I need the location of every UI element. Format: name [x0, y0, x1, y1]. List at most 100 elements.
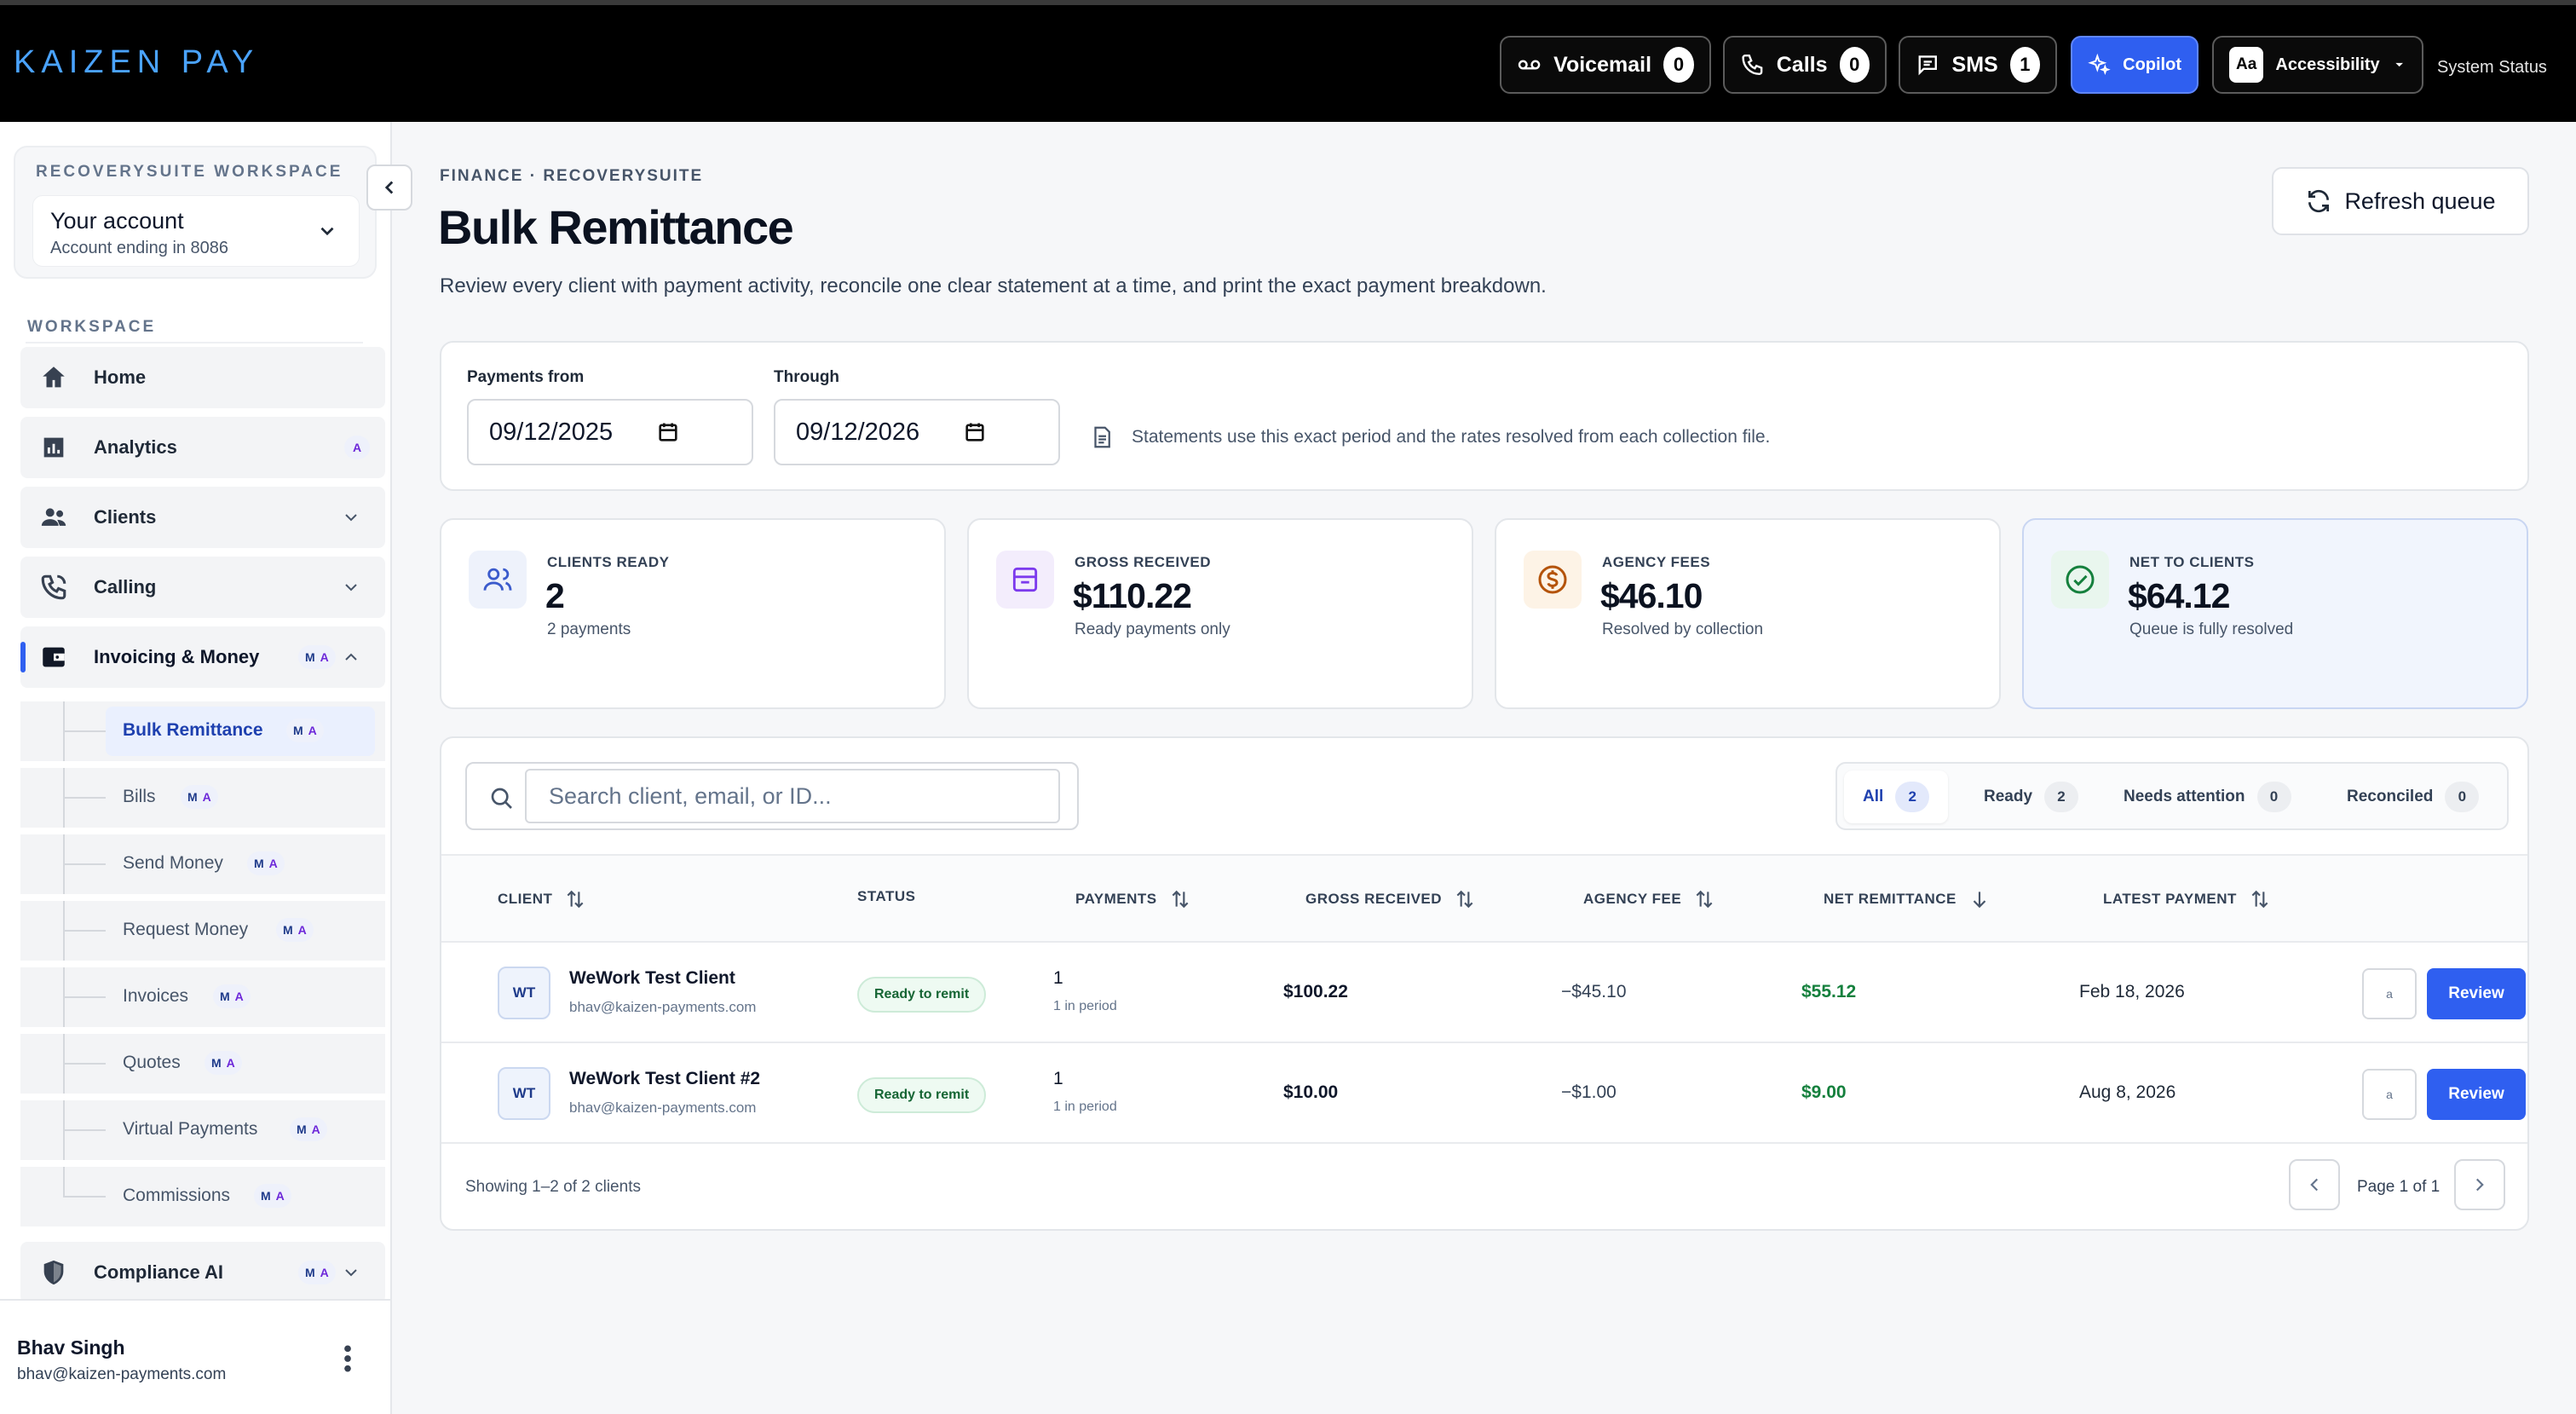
stat-value: $110.22: [1073, 576, 1192, 615]
accessibility-button[interactable]: Aa Accessibility: [2212, 36, 2423, 94]
account-selector[interactable]: Your account Account ending in 8086: [32, 195, 360, 267]
app-logo[interactable]: KAIZEN PAY: [14, 44, 259, 81]
collapse-sidebar-button[interactable]: [366, 164, 412, 211]
sms-button[interactable]: SMS 1: [1899, 36, 2057, 94]
sidebar-subitem-label: Virtual Payments: [123, 1119, 258, 1139]
column-header-payments[interactable]: PAYMENTS: [1075, 888, 1191, 910]
status-badge: Ready to remit: [857, 1077, 987, 1113]
sidebar-item-calling[interactable]: Calling: [20, 557, 385, 618]
column-header-client[interactable]: CLIENT: [498, 888, 586, 910]
review-button[interactable]: Review: [2427, 968, 2526, 1019]
chevron-left-icon: [384, 181, 394, 194]
chevron-down-icon: [320, 227, 334, 236]
check-circle-icon: [2051, 551, 2109, 609]
tab-ready[interactable]: Ready 2: [1965, 770, 2097, 823]
sidebar: RECOVERYSUITE WORKSPACE Your account Acc…: [0, 122, 392, 1414]
client-avatar: WT: [498, 967, 550, 1019]
tree-line: [65, 930, 106, 932]
system-status-link[interactable]: System Status: [2437, 58, 2547, 78]
sidebar-subitem-invoices[interactable]: Invoices MA: [20, 967, 385, 1027]
sidebar-item-home[interactable]: Home: [20, 347, 385, 408]
gross-received: $10.00: [1283, 1082, 1339, 1102]
sidebar-item-clients[interactable]: Clients: [20, 487, 385, 548]
payments-subtext: 1 in period: [1053, 1099, 1117, 1114]
page-indicator: Page 1 of 1: [2357, 1178, 2441, 1196]
search-input[interactable]: Search client, email, or ID...: [525, 769, 1060, 823]
chevron-up-icon: [345, 653, 357, 661]
more-vertical-icon[interactable]: [337, 1342, 358, 1376]
stat-label: NET TO CLIENTS: [2129, 554, 2255, 570]
tab-all[interactable]: All 2: [1844, 770, 1949, 823]
sidebar-item-label: Invoicing & Money: [94, 646, 260, 667]
top-bar: KAIZEN PAY Voicemail 0 Calls 0 SMS 1 Cop…: [0, 0, 2576, 122]
tab-label: All: [1863, 788, 1884, 805]
breadcrumb: FINANCE · RECOVERYSUITE: [440, 167, 704, 185]
agency-fee: −$45.10: [1561, 982, 1627, 1001]
calendar-icon[interactable]: [963, 420, 987, 444]
sidebar-subitem-request-money[interactable]: Request Money MA: [20, 901, 385, 961]
sidebar-subitem-commissions[interactable]: Commissions MA: [20, 1167, 385, 1226]
sidebar-item-compliance-ai[interactable]: Compliance AI MA: [20, 1242, 385, 1303]
stat-agency-fees: AGENCY FEES $46.10 Resolved by collectio…: [1495, 518, 2001, 709]
tab-label: Ready: [1984, 788, 2033, 805]
review-button[interactable]: Review: [2427, 1069, 2526, 1120]
phone-icon: [1742, 55, 1763, 75]
copilot-button[interactable]: Copilot: [2071, 36, 2199, 94]
next-page-button[interactable]: [2454, 1159, 2505, 1210]
chevron-down-icon: [345, 584, 357, 592]
tab-reconciled[interactable]: Reconciled 0: [2328, 770, 2498, 823]
table-row[interactable]: WT WeWork Test Client #2 bhav@kaizen-pay…: [441, 1043, 2527, 1144]
column-header-net-remittance[interactable]: NET REMITTANCE: [1824, 888, 1991, 910]
sidebar-subitem-label: Send Money: [123, 853, 223, 873]
caret-down-icon: [2395, 62, 2403, 67]
calendar-icon[interactable]: [656, 420, 680, 444]
stat-label: GROSS RECEIVED: [1075, 554, 1212, 570]
sidebar-subitem-label: Quotes: [123, 1053, 181, 1072]
refresh-queue-button[interactable]: Refresh queue: [2272, 167, 2529, 235]
from-label: Payments from: [467, 368, 585, 386]
stat-value: 2: [545, 576, 565, 615]
account-subtitle: Account ending in 8086: [50, 239, 229, 257]
sidebar-item-invoicing-money[interactable]: Invoicing & Money MA: [20, 626, 385, 688]
sidebar-item-label: Analytics: [94, 436, 177, 458]
user-email: bhav@kaizen-payments.com: [17, 1365, 227, 1383]
sms-label: SMS: [1951, 52, 1998, 77]
column-header-gross[interactable]: GROSS RECEIVED: [1305, 888, 1476, 910]
column-header-agency-fee[interactable]: AGENCY FEE: [1583, 888, 1715, 910]
sort-icon: [567, 890, 584, 909]
sort-icon: [2251, 890, 2268, 909]
refresh-icon: [2308, 189, 2330, 213]
ma-badge: MA: [298, 1261, 336, 1284]
sort-icon: [1456, 890, 1473, 909]
search-icon: [491, 788, 512, 809]
sidebar-subitem-label: Commissions: [123, 1186, 231, 1205]
row-secondary-action-button[interactable]: a: [2362, 1069, 2417, 1120]
calls-button[interactable]: Calls 0: [1723, 36, 1887, 94]
sidebar-subitem-virtual-payments[interactable]: Virtual Payments MA: [20, 1100, 385, 1160]
sidebar-subitem-bulk-remittance[interactable]: Bulk Remittance MA: [20, 701, 385, 761]
table-row[interactable]: WT WeWork Test Client bhav@kaizen-paymen…: [441, 943, 2527, 1043]
search-box[interactable]: Search client, email, or ID...: [465, 762, 1079, 830]
sidebar-subitem-label: Bills: [123, 787, 156, 806]
payments-count: 1: [1053, 1069, 1063, 1088]
column-header-latest-payment[interactable]: LATEST PAYMENT: [2103, 888, 2271, 910]
voicemail-button[interactable]: Voicemail 0: [1500, 36, 1711, 94]
through-date-input[interactable]: 09/12/2026: [774, 399, 1060, 465]
wallet-icon: [43, 647, 65, 667]
tab-label: Needs attention: [2124, 788, 2245, 805]
tab-needs-attention[interactable]: Needs attention 0: [2105, 770, 2310, 823]
page-title: Bulk Remittance: [438, 200, 794, 254]
sidebar-item-label: Calling: [94, 576, 157, 597]
stat-value: $46.10: [1600, 576, 1703, 615]
user-profile: Bhav Singh bhav@kaizen-payments.com: [0, 1299, 390, 1414]
row-secondary-action-button[interactable]: a: [2362, 968, 2417, 1019]
sidebar-item-analytics[interactable]: Analytics A: [20, 417, 385, 478]
sidebar-subitem-send-money[interactable]: Send Money MA: [20, 834, 385, 894]
previous-page-button[interactable]: [2289, 1159, 2340, 1210]
from-date-input[interactable]: 09/12/2025: [467, 399, 753, 465]
sidebar-subitem-quotes[interactable]: Quotes MA: [20, 1034, 385, 1094]
chevron-left-icon: [2310, 1178, 2319, 1192]
column-header-status: STATUS: [857, 888, 916, 904]
ma-badge: MA: [290, 1117, 327, 1141]
sidebar-subitem-bills[interactable]: Bills MA: [20, 768, 385, 828]
